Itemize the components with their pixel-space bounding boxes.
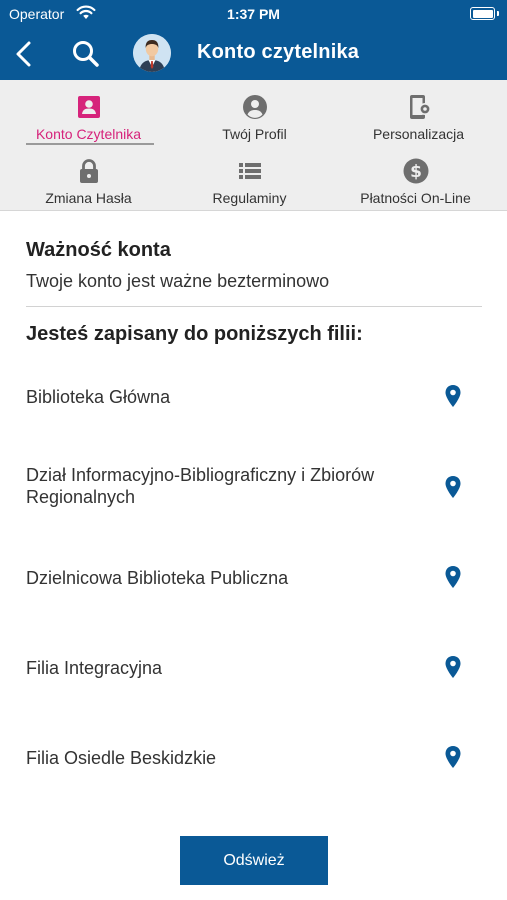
menu-item-personalizacja[interactable]: Personalizacja [334, 84, 503, 148]
search-icon [73, 41, 99, 67]
menu-item-label: Płatności On-Line [360, 190, 471, 206]
branch-item[interactable]: Filia Integracyjna [26, 655, 482, 681]
refresh-button[interactable]: Odśwież [180, 836, 328, 885]
menu-item-zmiana-hasla[interactable]: Zmiana Hasła [4, 148, 173, 212]
navigation-bar: Konto czytelnika [0, 28, 507, 80]
branch-item[interactable]: Biblioteka Główna [26, 384, 482, 410]
status-bar: Operator 1:37 PM [0, 0, 507, 28]
back-button[interactable] [12, 40, 36, 68]
map-pin-icon[interactable] [444, 745, 462, 769]
divider [26, 306, 482, 307]
svg-text:$: $ [410, 162, 422, 182]
search-button[interactable] [70, 38, 102, 70]
branch-item[interactable]: Dział Informacyjno-Bibliograficzny i Zbi… [26, 463, 482, 511]
dollar-circle-icon: $ [403, 158, 428, 184]
menu-item-regulaminy[interactable]: Regulaminy [165, 148, 334, 212]
chevron-left-icon [16, 41, 31, 67]
map-pin-icon[interactable] [444, 655, 462, 679]
validity-text: Twoje konto jest ważne bezterminowo [26, 271, 330, 291]
user-circle-icon [242, 95, 267, 119]
menu-item-label: Zmiana Hasła [45, 190, 132, 206]
menu-item-konto-czytelnika[interactable]: Konto Czytelnika [4, 84, 173, 148]
map-pin-icon[interactable] [444, 384, 462, 408]
validity-title: Ważność konta [26, 239, 171, 261]
battery-tip [497, 11, 499, 16]
battery-level [472, 9, 493, 18]
menu-item-platnosci-online[interactable]: $ Płatności On-Line [331, 148, 500, 212]
status-time: 1:37 PM [227, 6, 280, 22]
menu-item-twoj-profil[interactable]: Twój Profil [170, 84, 339, 148]
branch-item[interactable]: Filia Osiedle Beskidzkie [26, 745, 482, 771]
branch-name: Dzielnicowa Biblioteka Publiczna [26, 568, 289, 588]
menu-item-label: Twój Profil [222, 126, 287, 142]
menu-item-label: Personalizacja [372, 126, 465, 142]
avatar[interactable] [133, 34, 171, 72]
app-header: Operator 1:37 PM Konto czytelnika [0, 0, 507, 80]
lock-icon [79, 159, 98, 183]
active-tab-indicator [26, 143, 154, 145]
branch-name: Dział Informacyjno-Bibliograficzny i Zbi… [26, 465, 375, 507]
account-menu: Konto Czytelnika Twój Profil Personaliza… [0, 80, 507, 211]
map-pin-icon[interactable] [444, 565, 462, 589]
branch-name: Filia Osiedle Beskidzkie [26, 748, 217, 768]
phone-settings-icon [409, 95, 431, 119]
branches-title: Jesteś zapisany do poniższych filii: [26, 323, 363, 345]
branch-name: Biblioteka Główna [26, 387, 171, 407]
map-pin-icon[interactable] [444, 475, 462, 499]
branch-name: Filia Integracyjna [26, 658, 163, 678]
branch-item[interactable]: Dzielnicowa Biblioteka Publiczna [26, 565, 482, 591]
menu-item-label: Konto Czytelnika [35, 126, 142, 142]
user-avatar-icon [133, 34, 171, 72]
account-card-icon [77, 96, 100, 118]
page-title: Konto czytelnika [197, 41, 360, 63]
battery-icon [470, 7, 495, 20]
list-icon [238, 163, 261, 179]
menu-item-label: Regulaminy [212, 190, 287, 206]
